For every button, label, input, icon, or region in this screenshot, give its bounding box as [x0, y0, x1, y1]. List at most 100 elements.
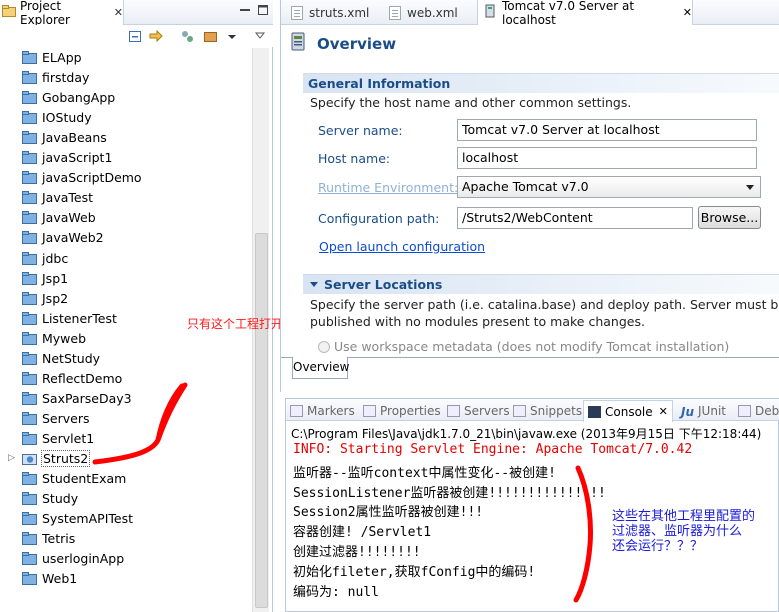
- close-icon[interactable]: ✕: [683, 6, 692, 19]
- tab-label: Snippets: [530, 404, 583, 418]
- tab-console[interactable]: Console ✕: [583, 400, 673, 422]
- expand-triangle-icon[interactable]: ▷: [8, 453, 15, 463]
- close-icon[interactable]: ✕: [114, 6, 123, 19]
- tree-item-study[interactable]: Study: [0, 489, 252, 509]
- tree-item-struts2[interactable]: ▷ Struts2: [0, 449, 252, 469]
- closed-project-folder-icon: [22, 211, 37, 225]
- tab-label: Tomcat v7.0 Server at localhost: [502, 0, 635, 27]
- browse-button[interactable]: Browse...: [698, 206, 761, 229]
- tree-item-label: GobangApp: [42, 90, 116, 106]
- project-explorer-toolbar: [0, 25, 273, 47]
- tree-item-saxparseday3[interactable]: SaxParseDay3: [0, 389, 252, 409]
- tab-project-explorer[interactable]: Project Explorer ✕: [0, 0, 124, 27]
- tree-item-jsp1[interactable]: Jsp1: [0, 269, 252, 289]
- tree-item-label: jdbc: [42, 250, 69, 266]
- maximize-icon[interactable]: [256, 4, 270, 18]
- close-icon[interactable]: ✕: [659, 405, 668, 418]
- tab-web-xml[interactable]: web.xml: [385, 0, 473, 25]
- server-name-field[interactable]: Tomcat v7.0 Server at localhost: [457, 119, 757, 141]
- tab-debug[interactable]: Debu: [738, 401, 779, 421]
- tree-item-javabeans[interactable]: JavaBeans: [0, 128, 252, 148]
- tab-label: JUnit: [698, 404, 726, 418]
- closed-project-folder-icon: [22, 391, 37, 405]
- tree-item-label: JavaWeb2: [42, 230, 104, 246]
- tab-servers[interactable]: Servers: [447, 401, 510, 421]
- annotation-question-1: 这些在其他工程里配置的: [612, 509, 756, 524]
- xml-file-icon: [389, 5, 401, 20]
- closed-project-folder-icon: [22, 271, 37, 285]
- configuration-path-label: Configuration path:: [318, 211, 440, 226]
- tab-struts-xml[interactable]: struts.xml: [287, 0, 383, 25]
- tree-item-studentexam[interactable]: StudentExam: [0, 469, 252, 489]
- filter-icon[interactable]: [180, 29, 196, 44]
- tab-markers[interactable]: Markers: [290, 401, 355, 421]
- tree-item-systemapitest[interactable]: SystemAPITest: [0, 509, 252, 529]
- tree-item-web1[interactable]: Web1: [0, 569, 252, 589]
- tree-item-tetris[interactable]: Tetris: [0, 529, 252, 549]
- server-locations-header[interactable]: Server Locations: [303, 274, 779, 294]
- annotation-question-3: 还会运行？？？: [612, 539, 704, 554]
- tree-item-label: StudentExam: [42, 471, 127, 487]
- runtime-environment-select[interactable]: Apache Tomcat v7.0: [457, 176, 761, 198]
- open-launch-configuration-link[interactable]: Open launch configuration: [319, 239, 485, 254]
- tree-item-servlet1[interactable]: Servlet1: [0, 429, 252, 449]
- tree-item-iostudy[interactable]: IOStudy: [0, 108, 252, 128]
- closed-project-folder-icon: [22, 171, 37, 185]
- editor-bottom-divider: [281, 357, 779, 358]
- tab-snippets[interactable]: Snippets: [513, 401, 582, 421]
- server-overview-icon: [289, 32, 309, 55]
- tree-item-jsp2[interactable]: Jsp2: [0, 289, 252, 309]
- tree-item-label: Struts2: [40, 450, 91, 467]
- tree-item-netstudy[interactable]: NetStudy: [0, 349, 252, 369]
- host-name-field[interactable]: localhost: [457, 147, 757, 169]
- web-project-icon: [22, 452, 37, 465]
- server-locations-description-2: published with no modules present to mak…: [310, 314, 645, 329]
- tree-item-javaweb[interactable]: JavaWeb: [0, 208, 252, 228]
- tree-item-label: ListenerTest: [42, 310, 117, 326]
- server-locations-description-1: Specify the server path (i.e. catalina.b…: [310, 297, 779, 312]
- tab-junit[interactable]: Ju JUnit: [681, 401, 726, 421]
- tab-label: web.xml: [407, 5, 458, 20]
- tree-item-gobangapp[interactable]: GobangApp: [0, 88, 252, 108]
- tab-label: Markers: [307, 404, 355, 418]
- tab-tomcat-server[interactable]: Tomcat v7.0 Server at localhost ✕: [477, 0, 693, 27]
- link-with-editor-icon[interactable]: [148, 29, 164, 44]
- tree-item-label: ReflectDemo: [42, 370, 123, 386]
- chevron-down-icon[interactable]: [226, 29, 242, 44]
- tree-item-javatest[interactable]: JavaTest: [0, 188, 252, 208]
- markers-icon: [290, 405, 303, 417]
- project-explorer-tabbar: Project Explorer ✕: [0, 0, 273, 27]
- configuration-path-field[interactable]: /Struts2/WebContent: [457, 207, 693, 229]
- closed-project-folder-icon: [22, 251, 37, 265]
- junit-icon: Ju: [681, 405, 695, 419]
- tab-overview[interactable]: Overview: [292, 357, 350, 379]
- minimize-icon[interactable]: [238, 4, 252, 18]
- tree-item-javascriptdemo[interactable]: javaScriptDemo: [0, 168, 252, 188]
- overview-header: Overview: [289, 32, 396, 55]
- console-icon: [588, 405, 601, 418]
- closed-project-folder-icon: [22, 291, 37, 305]
- workspace-metadata-radio[interactable]: [318, 341, 330, 353]
- chevron-down-icon[interactable]: [254, 29, 270, 44]
- tree-item-reflectdemo[interactable]: ReflectDemo: [0, 369, 252, 389]
- closed-project-folder-icon: [22, 131, 37, 145]
- tree-item-label: NetStudy: [42, 350, 101, 366]
- tree-item-label: Web1: [42, 571, 78, 587]
- tree-item-javascript1[interactable]: javaScript1: [0, 148, 252, 168]
- tree-item-javaweb2[interactable]: JavaWeb2: [0, 228, 252, 248]
- tree-item-userloginapp[interactable]: userloginApp: [0, 549, 252, 569]
- tree-item-jdbc[interactable]: jdbc: [0, 249, 252, 269]
- console-line: 编码为: null: [293, 584, 379, 600]
- view-menu-icon[interactable]: [203, 29, 219, 44]
- tree-item-elapp[interactable]: ELApp: [0, 48, 252, 68]
- tab-label: Project Explorer: [20, 0, 70, 27]
- tree-item-firstday[interactable]: firstday: [0, 68, 252, 88]
- runtime-environment-link[interactable]: Runtime Environment:: [318, 180, 458, 195]
- scrollbar-thumb[interactable]: [255, 233, 268, 608]
- tab-properties[interactable]: Properties: [363, 401, 441, 421]
- closed-project-folder-icon: [22, 472, 37, 486]
- debug-icon: [738, 405, 751, 417]
- tree-item-label: JavaBeans: [42, 130, 107, 146]
- collapse-all-icon[interactable]: [127, 29, 143, 44]
- tree-item-servers[interactable]: Servers: [0, 409, 252, 429]
